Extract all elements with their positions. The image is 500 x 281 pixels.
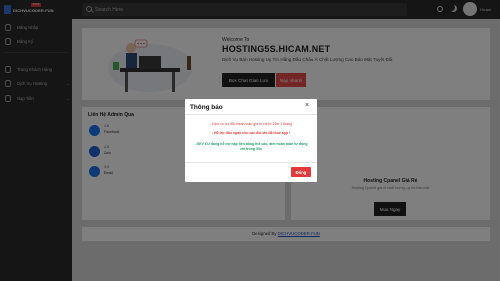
modal-divider (185, 162, 317, 163)
modal-divider (185, 114, 317, 115)
modal-line-1: - Dịch vụ ưu đãi thanh toán giá rẻ chỉ t… (210, 122, 292, 126)
modal-line-2: - Hỗ trợ đầu ngàn chu các đối tác đã thu… (211, 131, 291, 135)
modal-title: Thông báo (190, 104, 223, 111)
modal-line-3: - DEV CU đang hỗ trợ nạp tiền bằng thẻ c… (194, 142, 308, 151)
notification-modal: Thông báo × - Dịch vụ ưu đãi thanh toán … (185, 99, 317, 182)
close-button[interactable]: Đóng (291, 167, 311, 177)
close-icon[interactable]: × (305, 102, 309, 109)
